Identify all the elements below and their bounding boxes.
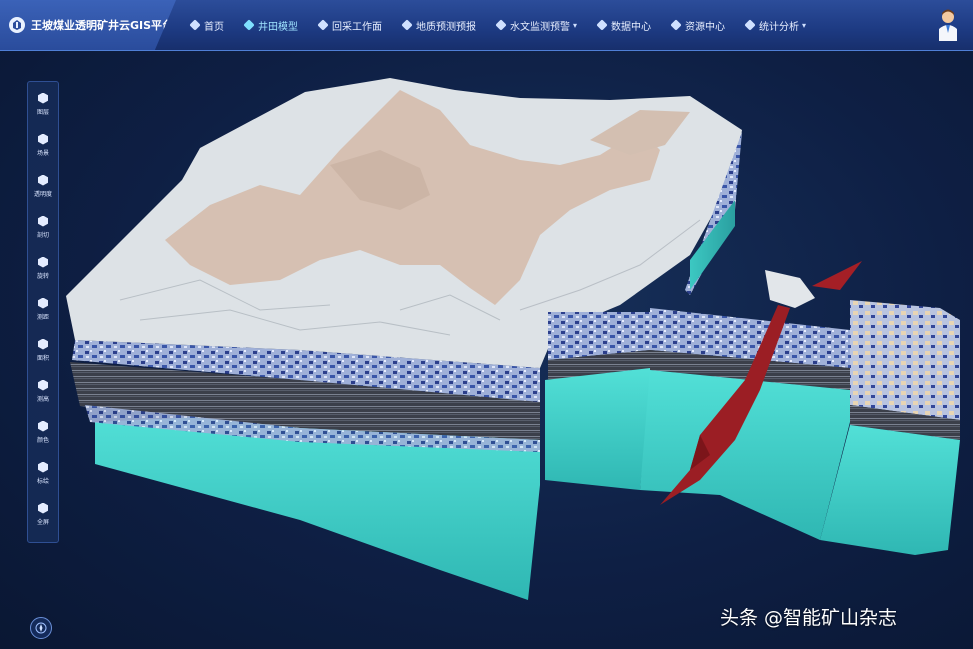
area-icon — [38, 338, 48, 350]
height-icon — [38, 379, 48, 391]
tool-plot[interactable]: 标绘 — [28, 453, 58, 493]
nav-field-model[interactable]: 井田模型 — [234, 0, 308, 50]
nav-data-center[interactable]: 数据中心 — [587, 0, 661, 50]
top-navigation-bar: 王坡煤业透明矿井云GIS平台 首页 井田模型 回采工作面 地质预测预报 水文监测… — [0, 0, 973, 51]
compass-button[interactable] — [30, 617, 52, 639]
tool-area[interactable]: 面积 — [28, 330, 58, 370]
tool-section-cut[interactable]: 剖切 — [28, 207, 58, 247]
distance-icon — [38, 297, 48, 309]
compass-icon — [35, 622, 47, 634]
data-icon — [596, 19, 608, 31]
nav-geology-forecast[interactable]: 地质预测预报 — [392, 0, 486, 50]
nav-resource-center[interactable]: 资源中心 — [661, 0, 735, 50]
user-avatar[interactable] — [937, 9, 959, 41]
main-nav: 首页 井田模型 回采工作面 地质预测预报 水文监测预警 ▾ 数据中心 资源中心 统… — [180, 0, 816, 50]
resource-icon — [670, 19, 682, 31]
watermark-text: 头条 @智能矿山杂志 — [720, 607, 898, 629]
nav-hydro-monitoring[interactable]: 水文监测预警 ▾ — [486, 0, 587, 50]
home-icon — [189, 19, 201, 31]
model-icon — [243, 19, 255, 31]
chevron-down-icon: ▾ — [573, 20, 578, 30]
nav-statistics[interactable]: 统计分析 ▾ — [735, 0, 816, 50]
right-section-3 — [850, 300, 960, 420]
scene-icon — [38, 133, 48, 145]
left-toolbar: 图层 场景 透明度 剖切 旋转 测距 面积 测高 颜色 标绘 全屏 — [27, 81, 59, 543]
nav-working-face[interactable]: 回采工作面 — [308, 0, 392, 50]
app-title: 王坡煤业透明矿井云GIS平台 — [31, 19, 174, 32]
color-icon — [38, 420, 48, 432]
plot-icon — [38, 461, 48, 473]
working-face-icon — [317, 19, 329, 31]
water-drop-icon — [495, 19, 507, 31]
section-cut-icon — [38, 215, 48, 227]
geological-3d-model[interactable] — [0, 50, 973, 649]
tool-rotate[interactable]: 旋转 — [28, 248, 58, 288]
tool-distance[interactable]: 测距 — [28, 289, 58, 329]
brand-area[interactable]: 王坡煤业透明矿井云GIS平台 — [0, 0, 176, 50]
rotate-icon — [38, 256, 48, 268]
chart-icon — [744, 19, 756, 31]
tool-transparency[interactable]: 透明度 — [28, 166, 58, 206]
tool-fullscreen[interactable]: 全屏 — [28, 494, 58, 534]
platform-logo-icon — [9, 17, 25, 33]
fullscreen-icon — [38, 502, 48, 514]
tool-scene[interactable]: 场景 — [28, 125, 58, 165]
tool-color[interactable]: 颜色 — [28, 412, 58, 452]
fault-plane — [812, 261, 862, 290]
nav-home[interactable]: 首页 — [180, 0, 234, 50]
tool-height[interactable]: 测高 — [28, 371, 58, 411]
tool-layers[interactable]: 图层 — [28, 84, 58, 124]
transparency-icon — [38, 174, 48, 186]
geology-icon — [401, 19, 413, 31]
layers-icon — [38, 92, 48, 104]
chevron-down-icon: ▾ — [802, 20, 807, 30]
